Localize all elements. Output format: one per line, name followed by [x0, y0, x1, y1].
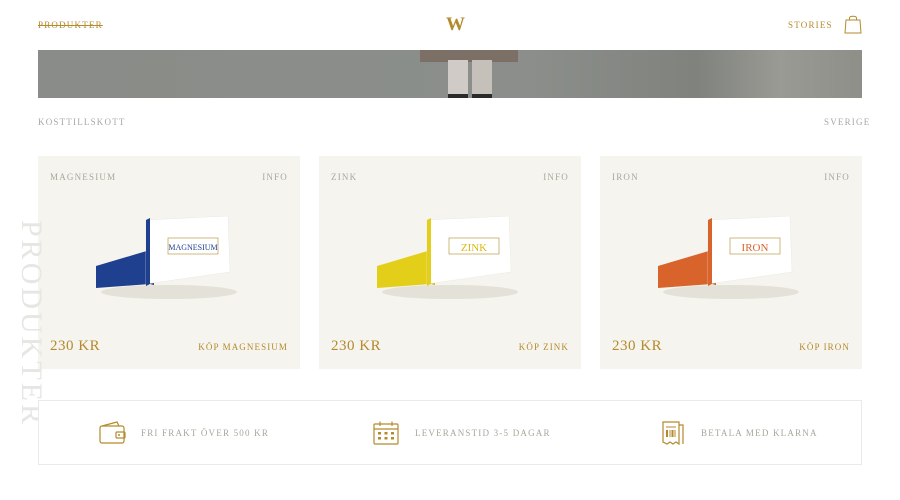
- calendar-icon: [373, 421, 399, 445]
- product-box-image: IRON: [658, 215, 799, 299]
- feature-delivery-time: LEVERANSTID 3-5 DAGAR: [373, 421, 551, 445]
- product-box-image: ZINK: [377, 215, 518, 299]
- box-label: MAGNESIUM: [168, 243, 217, 252]
- brand-logo[interactable]: W: [446, 14, 465, 36]
- product-price: 230 KR: [612, 338, 663, 354]
- product-info-link[interactable]: INFO: [262, 172, 288, 182]
- product-name: ZINK: [331, 172, 358, 182]
- feature-free-shipping: FRI FRAKT ÖVER 500 KR: [99, 421, 269, 445]
- hero-person-figure: [420, 50, 518, 98]
- box-label: IRON: [742, 242, 769, 254]
- feature-label: BETALA MED KLARNA: [701, 428, 818, 438]
- product-info-link[interactable]: INFO: [824, 172, 850, 182]
- product-info-link[interactable]: INFO: [543, 172, 569, 182]
- product-card-magnesium[interactable]: MAGNESIUM INFO MAGNESIUM 230 KR KÖP MAGN…: [38, 156, 300, 369]
- feature-klarna: BETALA MED KLARNA: [659, 421, 818, 445]
- vertical-section-label: PRODUKTER: [15, 220, 48, 428]
- product-name: MAGNESIUM: [50, 172, 117, 182]
- nav-link-produkter[interactable]: PRODUKTER: [38, 20, 103, 30]
- product-card-zink[interactable]: ZINK INFO ZINK 230 KR KÖP ZINK: [319, 156, 581, 369]
- region-label: SVERIGE: [824, 117, 871, 127]
- site-header: PRODUKTER W STORIES: [0, 0, 900, 50]
- product-box-image: MAGNESIUM: [96, 215, 237, 299]
- product-card-iron[interactable]: IRON INFO IRON 230 KR KÖP IRON: [600, 156, 862, 369]
- wallet-icon: [99, 421, 126, 444]
- nav-link-stories[interactable]: STORIES: [788, 20, 833, 30]
- box-label: ZINK: [461, 242, 487, 254]
- product-price: 230 KR: [331, 338, 382, 354]
- buy-iron-button[interactable]: KÖP IRON: [799, 342, 850, 352]
- product-price: 230 KR: [50, 338, 101, 354]
- buy-zink-button[interactable]: KÖP ZINK: [519, 342, 569, 352]
- feature-label: FRI FRAKT ÖVER 500 KR: [141, 428, 270, 438]
- receipt-icon: [662, 421, 684, 445]
- shopping-bag-icon[interactable]: [844, 14, 862, 34]
- product-name: IRON: [612, 172, 639, 182]
- category-label: KOSTTILLSKOTT: [38, 117, 126, 127]
- buy-magnesium-button[interactable]: KÖP MAGNESIUM: [198, 342, 288, 352]
- hero-image: [38, 50, 862, 98]
- features-bar: FRI FRAKT ÖVER 500 KR LEVERANSTID 3-5 DA…: [38, 400, 862, 465]
- feature-label: LEVERANSTID 3-5 DAGAR: [415, 428, 551, 438]
